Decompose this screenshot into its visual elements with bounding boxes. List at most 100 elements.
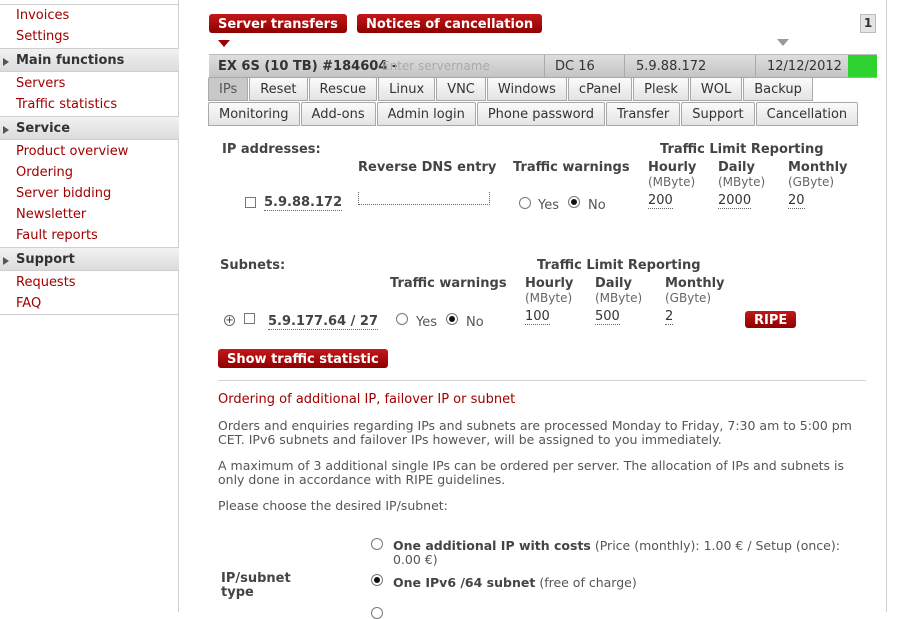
subnet-link[interactable]: 5.9.177.64 / 27 (268, 314, 379, 330)
column-divider (544, 55, 545, 77)
traffic-warnings-header: Traffic warnings (513, 160, 630, 175)
hourly-header: Hourly (648, 160, 697, 175)
show-traffic-statistic-button[interactable]: Show traffic statistic (218, 349, 388, 368)
sidebar-item-newsletter[interactable]: Newsletter (0, 204, 86, 225)
subnet-traffic-warning-no-radio[interactable] (446, 313, 458, 325)
option-ipv6-subnet[interactable]: One IPv6 /64 subnet (free of charge) (393, 575, 637, 590)
notices-of-cancellation-button[interactable]: Notices of cancellation (356, 14, 543, 33)
subnet-traffic-limit-header: Traffic Limit Reporting (537, 258, 701, 273)
tab-rescue[interactable]: Rescue (308, 77, 378, 101)
ordering-title: Ordering of additional IP, failover IP o… (218, 392, 516, 407)
tabs-row-2: Monitoring Add-ons Admin login Phone passwo… (208, 102, 859, 126)
reverse-dns-header: Reverse DNS entry (358, 160, 497, 175)
option-ipv6-subnet-radio[interactable] (371, 574, 383, 586)
sidebar-item-server-bidding[interactable]: Server bidding (0, 183, 111, 204)
subnet-monthly-limit-input[interactable]: 2 (665, 309, 674, 325)
tab-backup[interactable]: Backup (743, 77, 813, 101)
subnet-traffic-warning-no-label: No (466, 315, 484, 330)
sidebar-item-product-overview[interactable]: Product overview (0, 141, 128, 162)
subnet-daily-header: Daily (595, 276, 632, 291)
sidebar-heading-main-functions[interactable]: Main functions (0, 48, 179, 72)
ordering-hours-text: Orders and enquiries regarding IPs and s… (218, 418, 852, 447)
option-third-radio[interactable] (371, 607, 383, 619)
column-divider (755, 55, 756, 77)
server-date: 12/12/2012 (767, 59, 842, 74)
tab-windows[interactable]: Windows (486, 77, 567, 101)
tab-support[interactable]: Support (681, 102, 755, 126)
server-transfers-button[interactable]: Server transfers (209, 14, 347, 33)
tab-ips[interactable]: IPs (208, 77, 249, 101)
option-additional-ip[interactable]: One additional IP with costs (Price (mon… (393, 539, 853, 567)
top-actions: Server transfers Notices of cancellation (209, 14, 548, 33)
server-status-indicator (848, 55, 877, 77)
subnet-traffic-warning-yes-radio[interactable] (396, 313, 408, 325)
sidebar-bottom-rule (0, 314, 179, 315)
subnet-monthly-header: Monthly (665, 276, 725, 291)
tab-linux[interactable]: Linux (378, 77, 436, 101)
ip-checkbox[interactable] (245, 197, 256, 208)
sidebar-item-requests[interactable]: Requests (0, 272, 76, 293)
traffic-warning-no-label: No (588, 198, 606, 213)
tab-cpanel[interactable]: cPanel (567, 77, 633, 101)
tab-plesk[interactable]: Plesk (633, 77, 689, 101)
sidebar-item-settings[interactable]: Settings (0, 26, 69, 47)
server-row[interactable]: EX 6S (10 TB) #184604 - DC 16 5.9.88.172… (209, 54, 877, 78)
sidebar-item-fault-reports[interactable]: Fault reports (0, 225, 98, 246)
ordering-limit-text: A maximum of 3 additional single IPs can… (218, 458, 845, 487)
daily-header: Daily (718, 160, 755, 175)
subnet-daily-limit-input[interactable]: 500 (595, 309, 620, 325)
monthly-limit-input[interactable]: 20 (788, 193, 805, 209)
sidebar-item-ordering[interactable]: Ordering (0, 162, 73, 183)
subnet-traffic-warnings-header: Traffic warnings (390, 276, 507, 291)
sidebar-item-servers[interactable]: Servers (0, 73, 65, 94)
monthly-unit: (GByte) (788, 175, 835, 189)
sidebar-heading-service[interactable]: Service (0, 116, 179, 140)
subnet-monthly-unit: (GByte) (665, 291, 712, 305)
ip-subnet-type-label: IP/subnet type (221, 571, 291, 600)
ripe-button[interactable]: RIPE (745, 311, 797, 328)
server-datacenter: DC 16 (555, 59, 595, 74)
tab-add-ons[interactable]: Add-ons (300, 102, 376, 126)
subnets-heading: Subnets: (220, 258, 286, 273)
sidebar-item-traffic-statistics[interactable]: Traffic statistics (0, 94, 117, 115)
server-ip: 5.9.88.172 (636, 59, 707, 74)
sort-arrow-icon[interactable] (777, 39, 789, 46)
ip-address-link[interactable]: 5.9.88.172 (264, 195, 343, 211)
main-content: Server transfers Notices of cancellation… (197, 0, 887, 619)
sidebar-item-invoices[interactable]: Invoices (0, 5, 69, 26)
subnet-hourly-limit-input[interactable]: 100 (525, 309, 550, 325)
expand-plus-icon[interactable]: + (224, 315, 235, 326)
page-number[interactable]: 1 (860, 14, 876, 33)
tabs-row-1: IPs Reset Rescue Linux VNC Windows cPanel Plesk… (208, 77, 814, 101)
traffic-warning-yes-label: Yes (538, 198, 559, 213)
option-ipv6-subnet-price: (free of charge) (539, 575, 637, 590)
tab-reset[interactable]: Reset (249, 77, 308, 101)
traffic-warning-yes-radio[interactable] (519, 197, 531, 209)
option-additional-ip-radio[interactable] (371, 538, 383, 550)
tab-wol[interactable]: WOL (689, 77, 743, 101)
daily-unit: (MByte) (718, 175, 766, 189)
hourly-limit-input[interactable]: 200 (648, 193, 673, 209)
sidebar: Invoices Settings Main functions Servers… (0, 0, 179, 612)
monthly-header: Monthly (788, 160, 848, 175)
tab-admin-login[interactable]: Admin login (376, 102, 476, 126)
ip-addresses-heading: IP addresses: (222, 142, 321, 157)
sidebar-item-faq[interactable]: FAQ (0, 293, 41, 314)
subnet-hourly-unit: (MByte) (525, 291, 573, 305)
servername-input[interactable] (382, 57, 504, 75)
tab-phone-password[interactable]: Phone password (476, 102, 605, 126)
tab-transfer[interactable]: Transfer (605, 102, 681, 126)
ordering-choose-text: Please choose the desired IP/subnet: (218, 498, 448, 513)
tab-vnc[interactable]: VNC (436, 77, 486, 101)
sidebar-heading-support[interactable]: Support (0, 247, 179, 271)
hourly-unit: (MByte) (648, 175, 696, 189)
sort-down-arrow-icon[interactable] (218, 40, 230, 47)
server-name: EX 6S (10 TB) #184604 - (218, 59, 398, 74)
traffic-warning-no-radio[interactable] (568, 196, 580, 208)
tab-cancellation[interactable]: Cancellation (755, 102, 859, 126)
reverse-dns-input[interactable] (358, 192, 490, 205)
section-divider (218, 380, 866, 381)
daily-limit-input[interactable]: 2000 (718, 193, 752, 209)
tab-monitoring[interactable]: Monitoring (208, 102, 300, 126)
subnet-checkbox[interactable] (244, 313, 255, 324)
